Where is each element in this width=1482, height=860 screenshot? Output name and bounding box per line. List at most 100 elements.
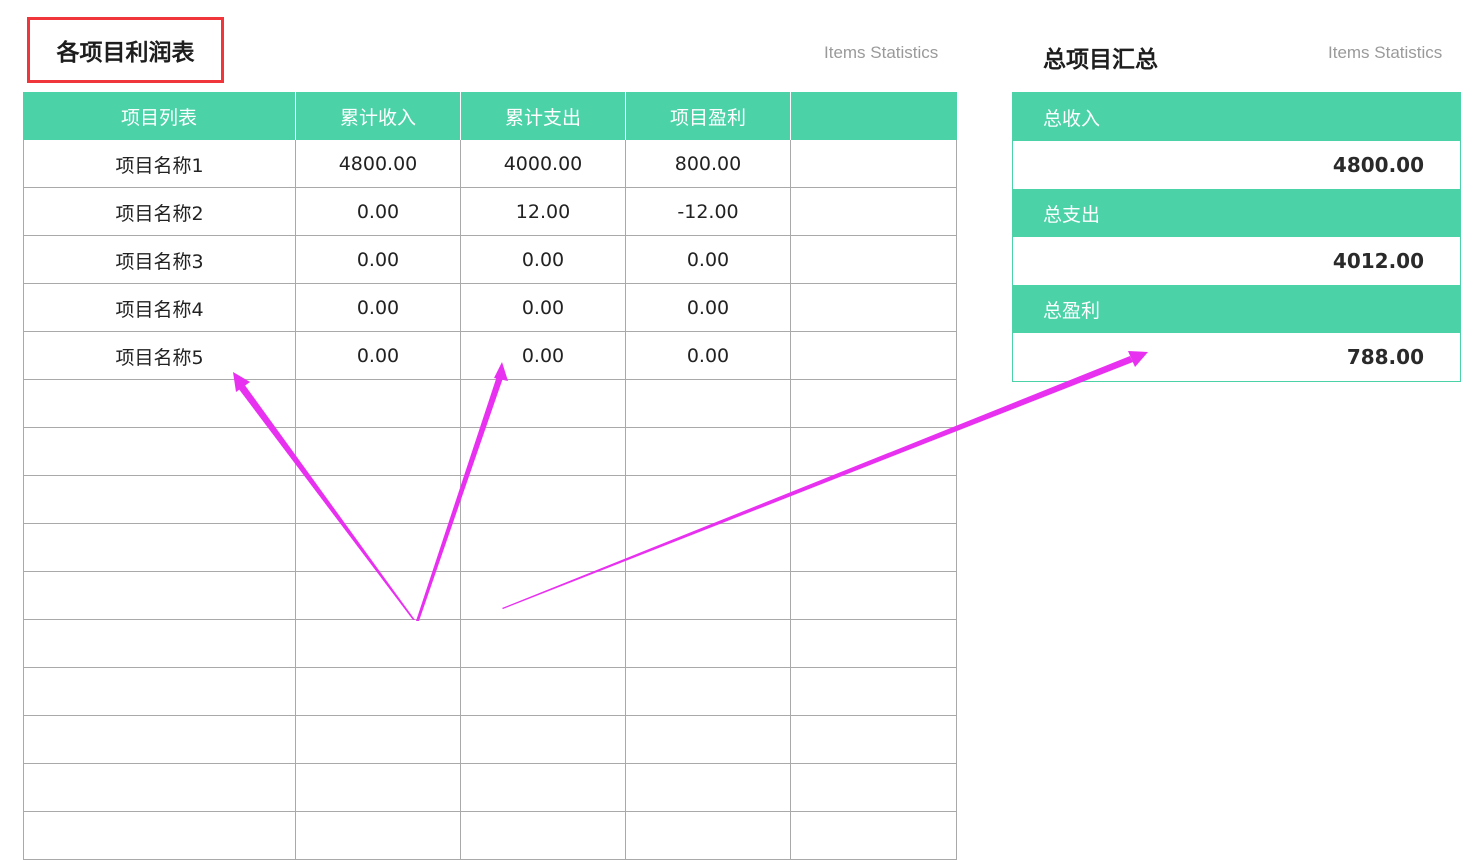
- table-cell-income[interactable]: 0.00: [296, 188, 461, 236]
- table-cell-expense[interactable]: [461, 428, 626, 476]
- right-subtitle: Items Statistics: [1328, 43, 1443, 62]
- table-cell-extra[interactable]: [791, 572, 957, 620]
- table-cell-profit[interactable]: [626, 716, 791, 764]
- table-cell-extra[interactable]: [791, 140, 957, 188]
- table-cell-profit[interactable]: 800.00: [626, 140, 791, 188]
- table-cell-profit[interactable]: [626, 380, 791, 428]
- table-cell-expense[interactable]: 0.00: [461, 332, 626, 380]
- total-income-value[interactable]: 4800.00: [1013, 141, 1460, 189]
- table-cell-income[interactable]: 0.00: [296, 284, 461, 332]
- table-cell-profit[interactable]: [626, 428, 791, 476]
- table-cell-profit[interactable]: [626, 764, 791, 812]
- table-row: [23, 812, 957, 860]
- table-cell-profit[interactable]: 0.00: [626, 284, 791, 332]
- total-expense-label[interactable]: 总支出: [1013, 189, 1460, 237]
- table-cell-income[interactable]: [296, 524, 461, 572]
- table-cell-extra[interactable]: [791, 812, 957, 860]
- table-row: [23, 716, 957, 764]
- header-cell-profit[interactable]: 项目盈利: [626, 92, 791, 140]
- table-cell-expense[interactable]: [461, 668, 626, 716]
- table-cell-income[interactable]: [296, 620, 461, 668]
- table-cell-project-name[interactable]: [23, 716, 296, 764]
- table-cell-extra[interactable]: [791, 380, 957, 428]
- table-row: [23, 476, 957, 524]
- header-cell-project-list[interactable]: 项目列表: [23, 92, 296, 140]
- table-cell-expense[interactable]: 12.00: [461, 188, 626, 236]
- table-cell-income[interactable]: [296, 668, 461, 716]
- table-cell-expense[interactable]: [461, 476, 626, 524]
- table-cell-project-name[interactable]: 项目名称2: [23, 188, 296, 236]
- table-cell-expense[interactable]: [461, 764, 626, 812]
- table-cell-project-name[interactable]: [23, 620, 296, 668]
- table-cell-extra[interactable]: [791, 524, 957, 572]
- table-cell-expense[interactable]: 0.00: [461, 236, 626, 284]
- table-cell-extra[interactable]: [791, 476, 957, 524]
- table-cell-income[interactable]: 4800.00: [296, 140, 461, 188]
- table-cell-income[interactable]: [296, 572, 461, 620]
- table-cell-expense[interactable]: [461, 812, 626, 860]
- table-cell-income[interactable]: [296, 764, 461, 812]
- table-cell-project-name[interactable]: 项目名称1: [23, 140, 296, 188]
- table-cell-project-name[interactable]: [23, 524, 296, 572]
- table-cell-project-name[interactable]: [23, 428, 296, 476]
- table-cell-project-name[interactable]: [23, 764, 296, 812]
- table-cell-project-name[interactable]: [23, 812, 296, 860]
- table-cell-extra[interactable]: [791, 332, 957, 380]
- table-header-row: 项目列表 累计收入 累计支出 项目盈利: [23, 92, 957, 140]
- table-cell-extra[interactable]: [791, 236, 957, 284]
- table-cell-income[interactable]: 0.00: [296, 236, 461, 284]
- table-row: [23, 572, 957, 620]
- table-cell-profit[interactable]: [626, 476, 791, 524]
- table-cell-extra[interactable]: [791, 668, 957, 716]
- table-cell-project-name[interactable]: [23, 476, 296, 524]
- table-cell-profit[interactable]: 0.00: [626, 332, 791, 380]
- table-cell-expense[interactable]: 0.00: [461, 284, 626, 332]
- table-cell-income[interactable]: [296, 380, 461, 428]
- table-cell-expense[interactable]: [461, 716, 626, 764]
- table-row: [23, 524, 957, 572]
- summary-panel: 总收入 4800.00 总支出 4012.00 总盈利 788.00: [1012, 92, 1461, 382]
- table-row: 项目名称5 0.00 0.00 0.00: [23, 332, 957, 380]
- table-cell-income[interactable]: [296, 476, 461, 524]
- table-cell-income[interactable]: [296, 428, 461, 476]
- table-cell-extra[interactable]: [791, 188, 957, 236]
- table-row: 项目名称4 0.00 0.00 0.00: [23, 284, 957, 332]
- table-cell-income[interactable]: [296, 812, 461, 860]
- total-income-label[interactable]: 总收入: [1013, 93, 1460, 141]
- table-cell-expense[interactable]: 4000.00: [461, 140, 626, 188]
- table-cell-project-name[interactable]: [23, 668, 296, 716]
- table-cell-expense[interactable]: [461, 380, 626, 428]
- table-cell-project-name[interactable]: 项目名称5: [23, 332, 296, 380]
- header-cell-empty[interactable]: [791, 92, 957, 140]
- table-cell-extra[interactable]: [791, 764, 957, 812]
- table-cell-profit[interactable]: [626, 620, 791, 668]
- total-profit-value[interactable]: 788.00: [1013, 333, 1460, 381]
- table-cell-extra[interactable]: [791, 428, 957, 476]
- total-expense-value[interactable]: 4012.00: [1013, 237, 1460, 285]
- table-cell-extra[interactable]: [791, 284, 957, 332]
- table-cell-income[interactable]: [296, 716, 461, 764]
- total-profit-label[interactable]: 总盈利: [1013, 285, 1460, 333]
- header-cell-income[interactable]: 累计收入: [296, 92, 461, 140]
- table-cell-profit[interactable]: 0.00: [626, 236, 791, 284]
- table-cell-profit[interactable]: [626, 812, 791, 860]
- table-cell-extra[interactable]: [791, 716, 957, 764]
- table-cell-expense[interactable]: [461, 620, 626, 668]
- table-cell-project-name[interactable]: [23, 572, 296, 620]
- table-body: 项目名称1 4800.00 4000.00 800.00 项目名称2 0.00 12.00-…: [23, 140, 957, 860]
- table-cell-project-name[interactable]: 项目名称4: [23, 284, 296, 332]
- table-row: [23, 620, 957, 668]
- table-row: 项目名称2 0.00 12.00 -12.00: [23, 188, 957, 236]
- table-cell-income[interactable]: 0.00: [296, 332, 461, 380]
- table-cell-expense[interactable]: [461, 572, 626, 620]
- table-cell-project-name[interactable]: [23, 380, 296, 428]
- header-cell-expense[interactable]: 累计支出: [461, 92, 626, 140]
- table-row: [23, 380, 957, 428]
- table-cell-profit[interactable]: [626, 524, 791, 572]
- table-cell-extra[interactable]: [791, 620, 957, 668]
- table-cell-profit[interactable]: [626, 572, 791, 620]
- table-cell-profit[interactable]: [626, 668, 791, 716]
- table-cell-profit[interactable]: -12.00: [626, 188, 791, 236]
- table-cell-project-name[interactable]: 项目名称3: [23, 236, 296, 284]
- table-cell-expense[interactable]: [461, 524, 626, 572]
